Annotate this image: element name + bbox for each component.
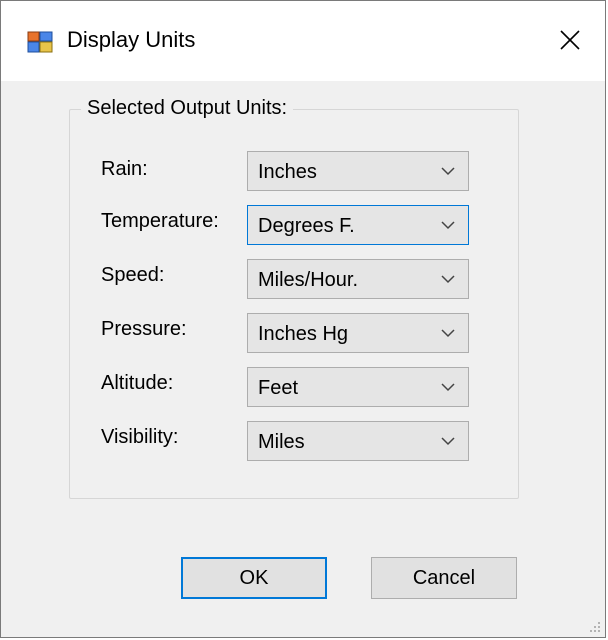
temperature-label: Temperature: bbox=[101, 210, 219, 232]
resize-grip-icon[interactable] bbox=[589, 621, 601, 633]
ok-button[interactable]: OK bbox=[181, 557, 327, 599]
chevron-down-icon bbox=[441, 437, 455, 446]
altitude-select[interactable]: Feet bbox=[247, 367, 469, 407]
chevron-down-icon bbox=[441, 383, 455, 392]
speed-label: Speed: bbox=[101, 264, 165, 286]
rain-select[interactable]: Inches bbox=[247, 151, 469, 191]
visibility-select[interactable]: Miles bbox=[247, 421, 469, 461]
speed-select-value: Miles/Hour. bbox=[258, 269, 359, 291]
chevron-down-icon bbox=[441, 329, 455, 338]
rain-select-value: Inches bbox=[258, 161, 317, 183]
group-legend: Selected Output Units: bbox=[81, 95, 294, 121]
close-icon bbox=[560, 30, 580, 50]
pressure-select-value: Inches Hg bbox=[258, 323, 349, 345]
chevron-down-icon bbox=[441, 167, 455, 176]
temperature-select[interactable]: Degrees F. bbox=[247, 205, 469, 245]
visibility-select-value: Miles bbox=[258, 431, 305, 453]
altitude-label: Altitude: bbox=[101, 372, 174, 394]
pressure-select[interactable]: Inches Hg bbox=[247, 313, 469, 353]
temperature-select-value: Degrees F. bbox=[258, 215, 355, 237]
speed-select[interactable]: Miles/Hour. bbox=[247, 259, 469, 299]
window-title: Display Units bbox=[67, 27, 196, 52]
pressure-label: Pressure: bbox=[101, 318, 187, 340]
close-button[interactable] bbox=[545, 1, 605, 81]
app-window-icon bbox=[27, 31, 53, 53]
chevron-down-icon bbox=[441, 221, 455, 230]
display-units-dialog: Display Units Selected Output Units: Rai… bbox=[0, 0, 606, 638]
rain-label: Rain: bbox=[101, 158, 148, 180]
altitude-select-value: Feet bbox=[258, 377, 299, 399]
chevron-down-icon bbox=[441, 275, 455, 284]
visibility-label: Visibility: bbox=[101, 426, 179, 448]
cancel-button[interactable]: Cancel bbox=[371, 557, 517, 599]
title-bar[interactable]: Display Units bbox=[1, 1, 605, 81]
